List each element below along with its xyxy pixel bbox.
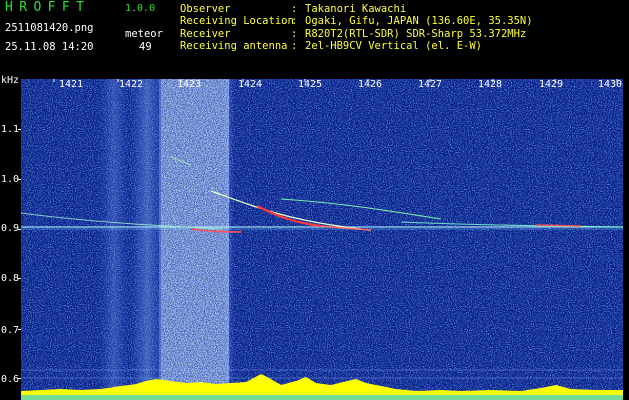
y-tick-label: 0.6 [1,374,20,385]
y-tick-label: 0.7 [1,325,20,336]
x-tick-label: 1429 [539,79,564,90]
meteor-count: 49 [139,41,152,53]
observation-mode: meteor [125,28,163,40]
x-tick-label: 1428 [478,79,503,90]
y-tick-label: 0.8 [1,273,20,284]
image-filename: 2511081420.png [5,22,94,34]
x-tick-label: 1427 [418,79,443,90]
observer-value: Takanori Kawachi [305,3,407,15]
location-value: Ogaki, Gifu, JAPAN (136.60E, 35.35N) [305,15,533,27]
antenna-value: 2el-HB9CV Vertical (el. E-W) [305,40,483,52]
x-tick-label: 1430 [598,79,623,90]
y-axis-unit: kHz [1,75,20,86]
app-brand: HROFFT [5,0,91,15]
location-colon: : [291,15,298,27]
spectrogram-canvas [21,79,623,400]
interference-bands [99,79,235,400]
antenna-label: Receiving antenna [180,40,288,52]
observer-colon: : [291,3,298,15]
observer-label: Observer [180,3,231,15]
app-version: 1.0.0 [125,3,156,14]
y-tick-label: 1.0 [1,174,20,185]
receiver-value: R820T2(RTL-SDR) SDR-Sharp 53.372MHz [305,28,527,40]
x-tick-label: 1424 [238,79,263,90]
x-tick-label: 1422 [119,79,144,90]
x-tick-label: 1425 [298,79,323,90]
x-tick-label: 1423 [177,79,202,90]
receiver-colon: : [291,28,298,40]
observation-datetime: 25.11.08 14:20 [5,41,94,53]
y-tick-label: 0.9 [1,223,20,234]
spectrogram-plot [21,79,623,400]
antenna-colon: : [291,40,298,52]
header-panel: HROFFT 1.0.0 2511081420.png meteor 25.11… [0,0,629,75]
receiver-label: Receiver [180,28,231,40]
y-tick-label: 1.1 [1,124,20,135]
x-tick-label: 1421 [59,79,84,90]
x-tick-label: 1426 [358,79,383,90]
location-label: Receiving Location [180,15,294,27]
